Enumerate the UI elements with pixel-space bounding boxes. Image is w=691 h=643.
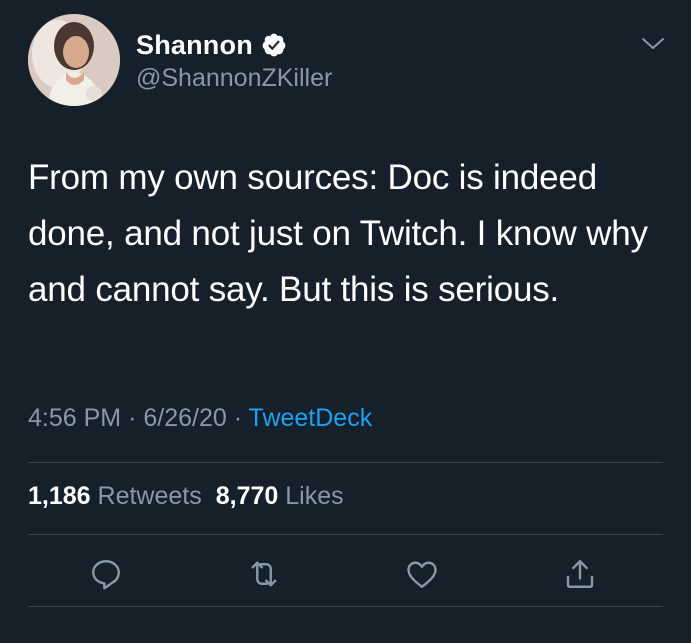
avatar-image — [28, 14, 120, 106]
tweet: Shannon @ShannonZKiller From my own sour… — [0, 0, 691, 643]
retweets-stat[interactable]: 1,186 Retweets — [28, 482, 202, 511]
tweet-actions — [0, 548, 691, 598]
chevron-down-icon[interactable] — [640, 34, 666, 54]
tweet-time[interactable]: 4:56 PM — [28, 404, 121, 432]
tweet-stats: 1,186 Retweets 8,770 Likes — [28, 482, 344, 511]
tweet-date[interactable]: 6/26/20 — [143, 404, 226, 432]
tweet-meta: 4:56 PM · 6/26/20 · TweetDeck — [28, 404, 372, 433]
like-button[interactable] — [404, 556, 440, 592]
display-name[interactable]: Shannon — [136, 30, 253, 61]
share-icon — [566, 560, 594, 588]
tweet-text: From my own sources: Doc is indeed done,… — [28, 158, 658, 309]
meta-separator: · — [128, 404, 137, 432]
likes-stat[interactable]: 8,770 Likes — [216, 482, 344, 511]
verified-badge-icon — [261, 32, 287, 58]
likes-count: 8,770 — [215, 482, 279, 510]
author-name-row[interactable]: Shannon — [136, 28, 287, 62]
reply-button[interactable] — [88, 556, 124, 592]
retweets-label: Retweets — [97, 482, 202, 510]
user-handle[interactable]: @ShannonZKiller — [136, 64, 332, 93]
share-button[interactable] — [562, 556, 598, 592]
heart-icon — [407, 561, 437, 588]
retweet-icon — [251, 561, 277, 587]
reply-icon — [92, 560, 120, 590]
avatar[interactable] — [28, 14, 120, 106]
divider — [28, 534, 663, 535]
meta-separator: · — [233, 404, 243, 432]
retweet-button[interactable] — [246, 556, 282, 592]
divider — [28, 462, 663, 463]
likes-label: Likes — [285, 482, 344, 510]
retweets-count: 1,186 — [28, 482, 91, 510]
tweet-source-link[interactable]: TweetDeck — [249, 404, 373, 432]
divider — [28, 606, 663, 607]
